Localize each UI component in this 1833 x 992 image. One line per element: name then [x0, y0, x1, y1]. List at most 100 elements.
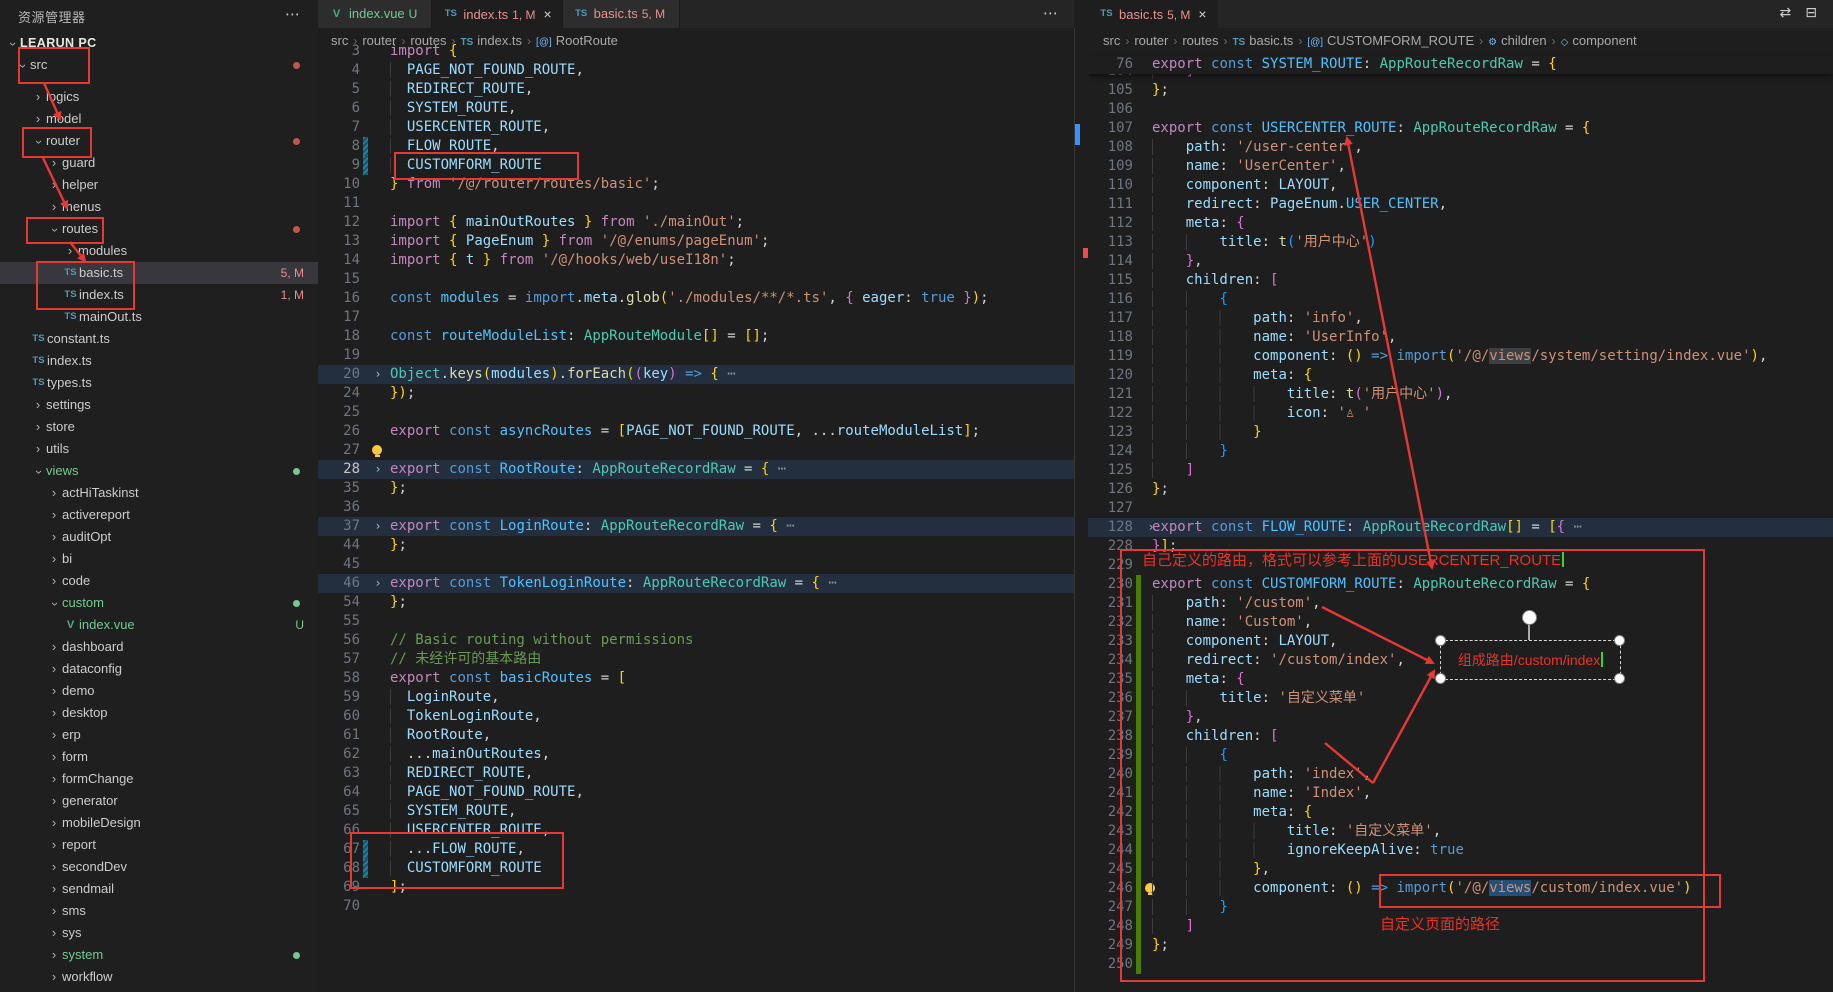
tree-item-menus[interactable]: ›menus	[0, 196, 318, 218]
tree-item-auditOpt[interactable]: ›auditOpt	[0, 526, 318, 548]
tree-item-code[interactable]: ›code	[0, 570, 318, 592]
tree-item-dataconfig[interactable]: ›dataconfig	[0, 658, 318, 680]
code-line-45[interactable]: 45	[318, 555, 1074, 574]
lightbulb-icon[interactable]	[372, 445, 382, 455]
explorer-more-actions-icon[interactable]: ⋯	[285, 5, 300, 23]
tree-root-learun-pc[interactable]: ›LEARUN PC	[0, 32, 318, 54]
code-line-5[interactable]: 5 REDIRECT_ROUTE,	[318, 80, 1074, 99]
tree-item-helper[interactable]: ›helper	[0, 174, 318, 196]
code-line-236[interactable]: 236 title: '自定义菜单'	[1088, 689, 1833, 708]
code-line-108[interactable]: 108 path: '/user-center',	[1088, 138, 1833, 157]
tree-item-desktop[interactable]: ›desktop	[0, 702, 318, 724]
code-line-119[interactable]: 119 component: () => import('/@/views/sy…	[1088, 347, 1833, 366]
code-line-122[interactable]: 122 icon: '♙ '	[1088, 404, 1833, 423]
tree-item-custom[interactable]: ›custom	[0, 592, 318, 614]
code-line-109[interactable]: 109 name: 'UserCenter',	[1088, 157, 1833, 176]
tree-item-demo[interactable]: ›demo	[0, 680, 318, 702]
tree-item-bi[interactable]: ›bi	[0, 548, 318, 570]
code-line-36[interactable]: 36	[318, 498, 1074, 517]
code-line-55[interactable]: 55	[318, 612, 1074, 631]
code-line-120[interactable]: 120 meta: {	[1088, 366, 1833, 385]
tree-item-guard[interactable]: ›guard	[0, 152, 318, 174]
fold-chevron-icon[interactable]: ›	[369, 460, 387, 479]
code-line-4[interactable]: 4 PAGE_NOT_FOUND_ROUTE,	[318, 61, 1074, 80]
fold-chevron-icon[interactable]: ›	[369, 365, 387, 384]
code-line-46[interactable]: 46›export const TokenLoginRoute: AppRout…	[318, 574, 1074, 593]
code-line-6[interactable]: 6 SYSTEM_ROUTE,	[318, 99, 1074, 118]
tree-item-sendmail[interactable]: ›sendmail	[0, 878, 318, 900]
close-icon[interactable]: ×	[1198, 6, 1206, 22]
code-line-3[interactable]: 3import {	[318, 42, 1074, 61]
code-line-16[interactable]: 16const modules = import.meta.glob('./mo…	[318, 289, 1074, 308]
code-line-37[interactable]: 37›export const LoginRoute: AppRouteReco…	[318, 517, 1074, 536]
breadcrumb-item-router[interactable]: router	[1134, 33, 1168, 48]
code-line-235[interactable]: 235 meta: {	[1088, 670, 1833, 689]
code-line-14[interactable]: 14import { t } from '/@/hooks/web/useI18…	[318, 251, 1074, 270]
tree-item-settings[interactable]: ›settings	[0, 394, 318, 416]
code-line-244[interactable]: 244 ignoreKeepAlive: true	[1088, 841, 1833, 860]
tree-item-workflow[interactable]: ›workflow	[0, 966, 318, 988]
code-line-10[interactable]: 10} from '/@/router/routes/basic';	[318, 175, 1074, 194]
tree-item-model[interactable]: ›model	[0, 108, 318, 130]
sticky-scroll-line[interactable]: 76export const SYSTEM_ROUTE: AppRouteRec…	[1088, 55, 1833, 74]
code-line-117[interactable]: 117 path: 'info',	[1088, 309, 1833, 328]
code-line-107[interactable]: 107export const USERCENTER_ROUTE: AppRou…	[1088, 119, 1833, 138]
tree-item-mobileDesign[interactable]: ›mobileDesign	[0, 812, 318, 834]
code-line-128[interactable]: 128›export const FLOW_ROUTE: AppRouteRec…	[1088, 518, 1833, 537]
code-line-242[interactable]: 242 meta: {	[1088, 803, 1833, 822]
code-line-7[interactable]: 7 USERCENTER_ROUTE,	[318, 118, 1074, 137]
tree-item-constant-ts[interactable]: TSconstant.ts	[0, 328, 318, 350]
code-line-60[interactable]: 60 TokenLoginRoute,	[318, 707, 1074, 726]
code-line-19[interactable]: 19	[318, 346, 1074, 365]
code-line-229[interactable]: 229	[1088, 556, 1833, 575]
tree-item-secondDev[interactable]: ›secondDev	[0, 856, 318, 878]
code-line-115[interactable]: 115 children: [	[1088, 271, 1833, 290]
code-line-8[interactable]: 8 FLOW_ROUTE,	[318, 137, 1074, 156]
code-line-231[interactable]: 231 path: '/custom',	[1088, 594, 1833, 613]
tree-item-logics[interactable]: ›logics	[0, 86, 318, 108]
code-line-234[interactable]: 234 redirect: '/custom/index',	[1088, 651, 1833, 670]
code-line-70[interactable]: 70	[318, 897, 1074, 916]
code-line-63[interactable]: 63 REDIRECT_ROUTE,	[318, 764, 1074, 783]
code-line-245[interactable]: 245 },	[1088, 860, 1833, 879]
tree-item-routes[interactable]: ›routes	[0, 218, 318, 240]
tree-item-src[interactable]: ›src	[0, 54, 318, 76]
code-line-232[interactable]: 232 name: 'Custom',	[1088, 613, 1833, 632]
tree-item-activereport[interactable]: ›activereport	[0, 504, 318, 526]
code-line-233[interactable]: 233 component: LAYOUT,	[1088, 632, 1833, 651]
code-line-59[interactable]: 59 LoginRoute,	[318, 688, 1074, 707]
code-line-62[interactable]: 62 ...mainOutRoutes,	[318, 745, 1074, 764]
code-line-24[interactable]: 24});	[318, 384, 1074, 403]
breadcrumb-item-routes[interactable]: routes	[1182, 33, 1218, 48]
code-line-11[interactable]: 11	[318, 194, 1074, 213]
tree-item-actHiTaskinst[interactable]: ›actHiTaskinst	[0, 482, 318, 504]
tab-index-ts[interactable]: TSindex.ts1, M×	[432, 0, 562, 28]
code-line-124[interactable]: 124 }	[1088, 442, 1833, 461]
tree-item-index-ts[interactable]: TSindex.ts1, M	[0, 284, 318, 306]
tab-index-vue[interactable]: Vindex.vueU	[318, 0, 432, 28]
code-line-123[interactable]: 123 }	[1088, 423, 1833, 442]
code-line-58[interactable]: 58export const basicRoutes = [	[318, 669, 1074, 688]
tree-item-formChange[interactable]: ›formChange	[0, 768, 318, 790]
tree-item-system[interactable]: ›system	[0, 944, 318, 966]
code-line-110[interactable]: 110 component: LAYOUT,	[1088, 176, 1833, 195]
tree-item-store[interactable]: ›store	[0, 416, 318, 438]
code-line-249[interactable]: 249};	[1088, 936, 1833, 955]
code-line-125[interactable]: 125 ]	[1088, 461, 1833, 480]
close-icon[interactable]: ×	[543, 6, 551, 22]
code-line-68[interactable]: 68 CUSTOMFORM_ROUTE	[318, 859, 1074, 878]
code-line-126[interactable]: 126};	[1088, 480, 1833, 499]
code-line-26[interactable]: 26export const asyncRoutes = [PAGE_NOT_F…	[318, 422, 1074, 441]
code-line-44[interactable]: 44};	[318, 536, 1074, 555]
code-line-228[interactable]: 228}];	[1088, 537, 1833, 556]
breadcrumb-item-component[interactable]: ◇component	[1561, 33, 1637, 48]
tree-item-erp[interactable]: ›erp	[0, 724, 318, 746]
code-line-17[interactable]: 17	[318, 308, 1074, 327]
split-editor-icon[interactable]: ⊟	[1805, 4, 1823, 20]
code-line-118[interactable]: 118 name: 'UserInfo',	[1088, 328, 1833, 347]
code-line-28[interactable]: 28›export const RootRoute: AppRouteRecor…	[318, 460, 1074, 479]
code-line-18[interactable]: 18const routeModuleList: AppRouteModule[…	[318, 327, 1074, 346]
code-line-20[interactable]: 20›Object.keys(modules).forEach((key) =>…	[318, 365, 1074, 384]
code-line-105[interactable]: 105};	[1088, 81, 1833, 100]
code-line-250[interactable]: 250	[1088, 955, 1833, 974]
